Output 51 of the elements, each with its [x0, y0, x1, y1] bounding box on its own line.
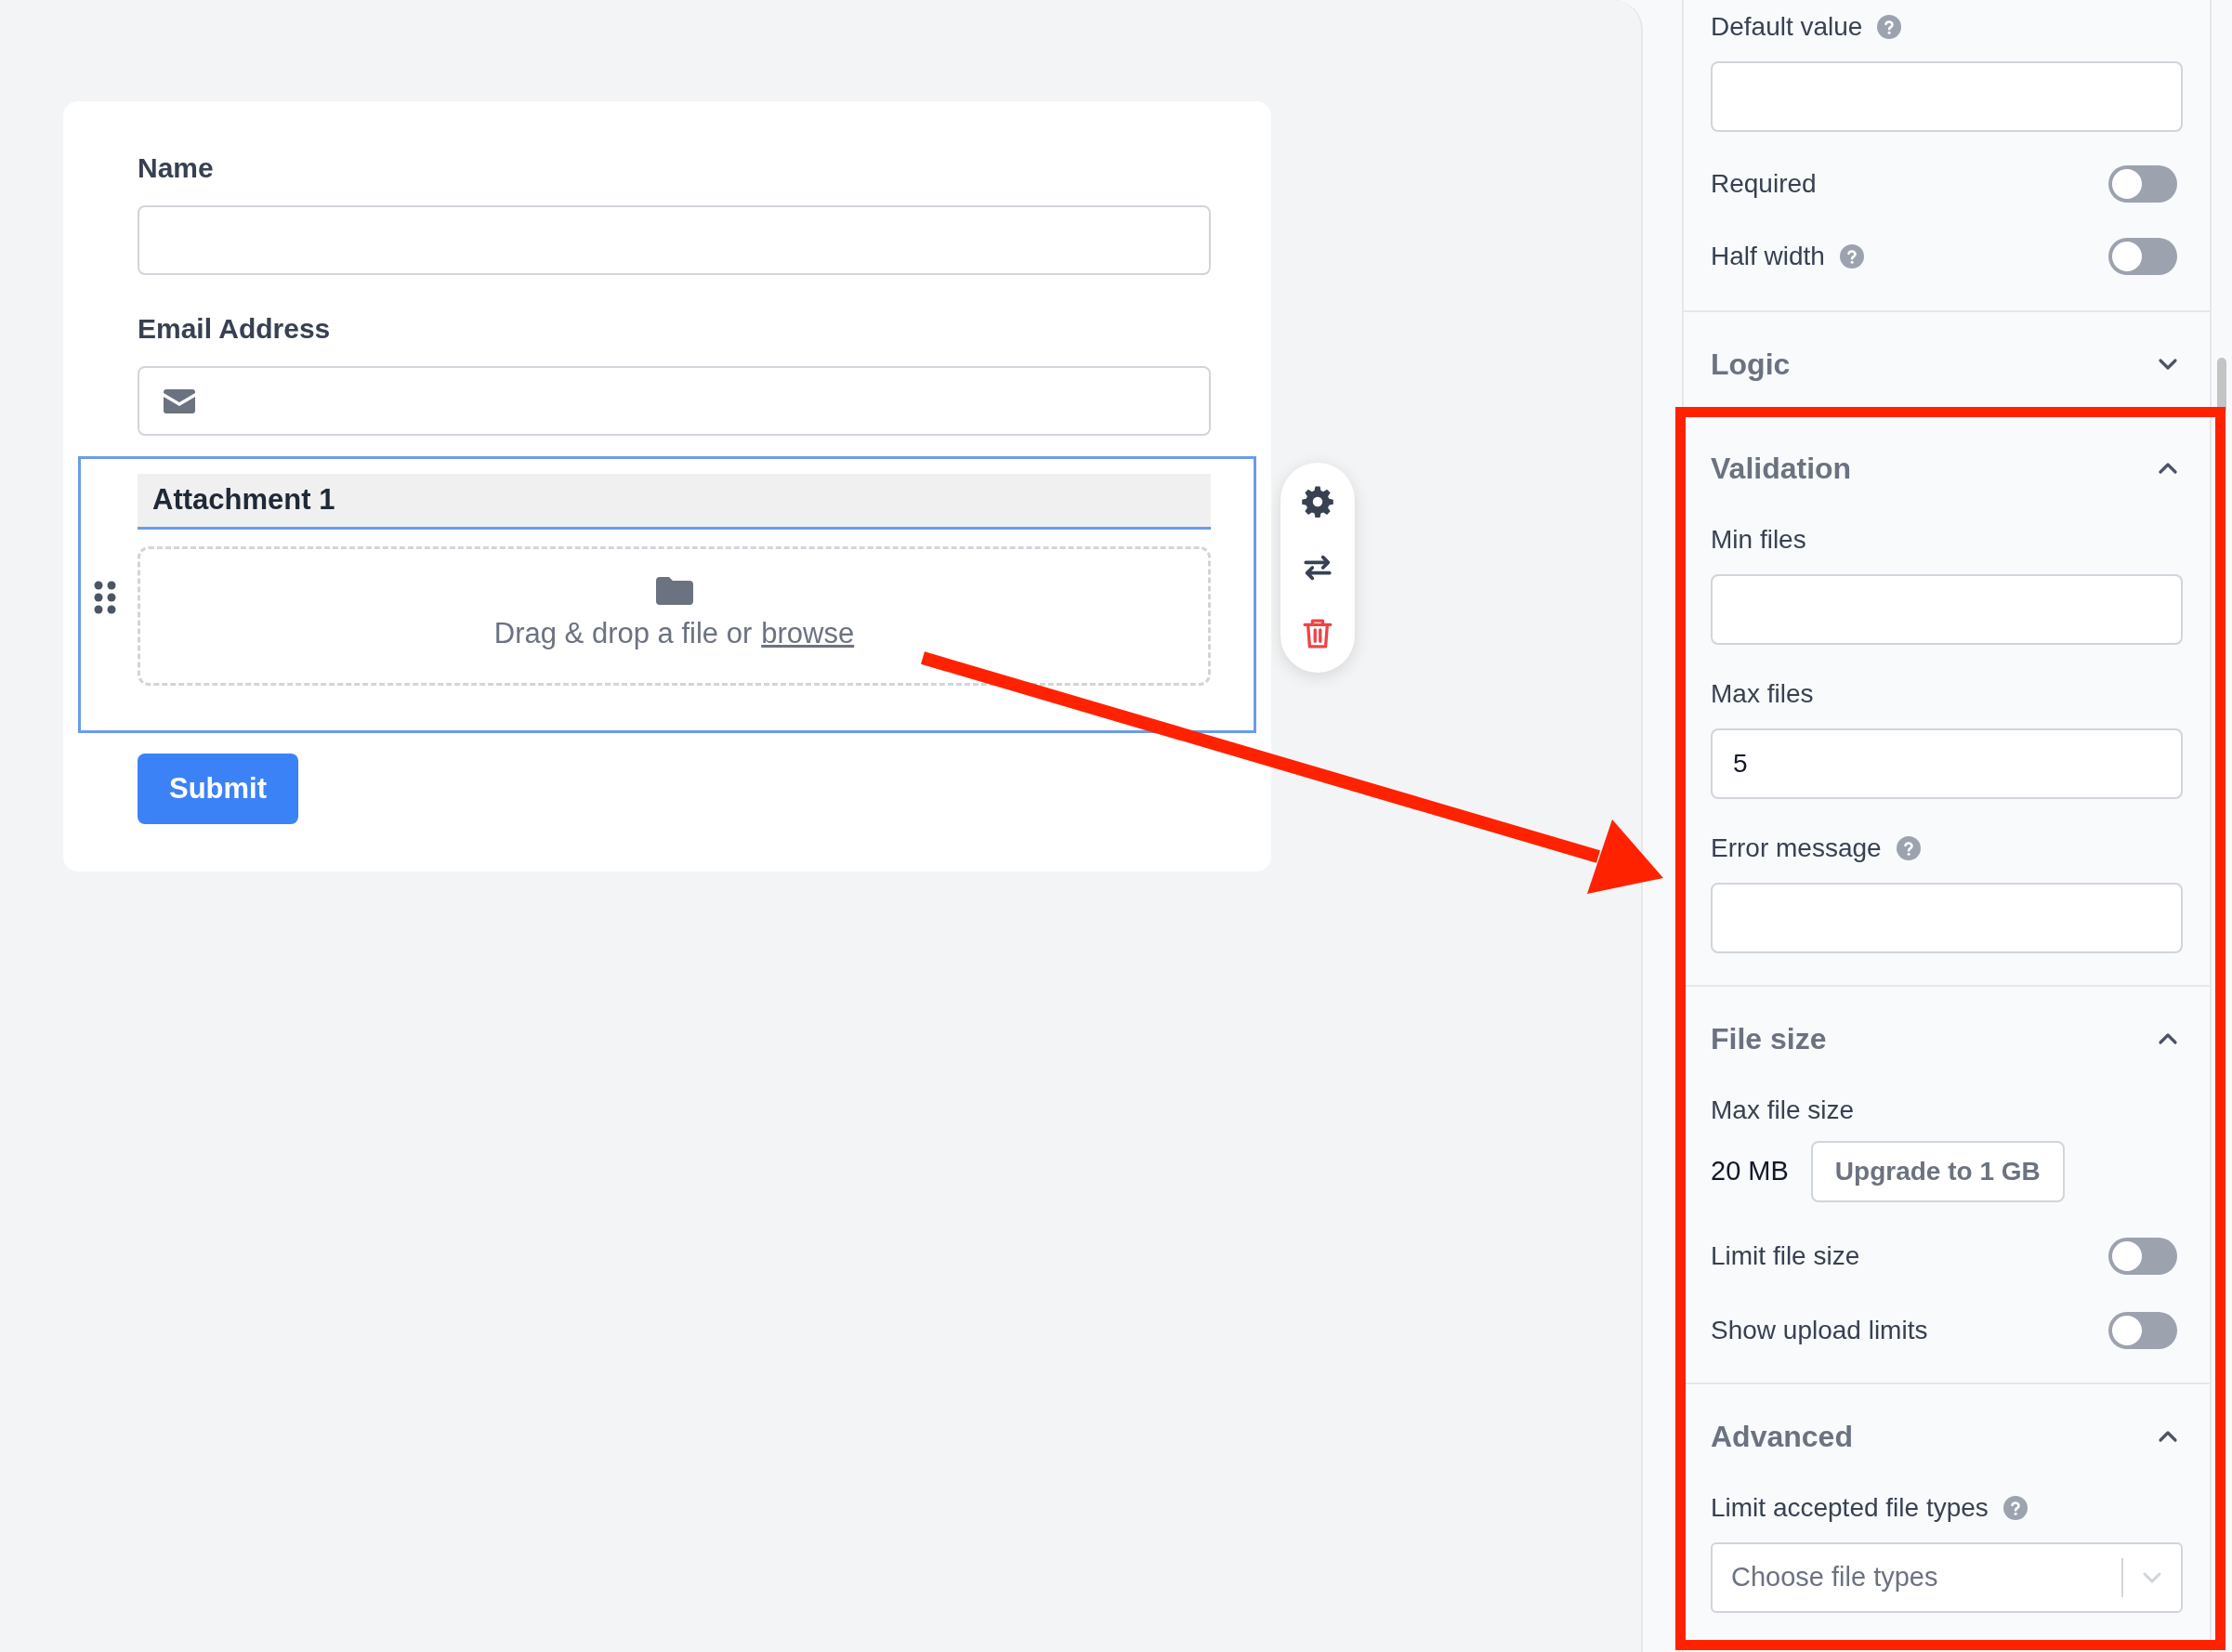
field-label: Limit file size — [1711, 1240, 1860, 1272]
section-title: Advanced — [1711, 1419, 1853, 1455]
section-title: Logic — [1711, 347, 1791, 383]
submit-button[interactable]: Submit — [138, 754, 299, 824]
size-value: 20 MB — [1711, 1155, 1789, 1188]
field-label: Limit accepted file types — [1711, 1492, 1989, 1524]
field-label: Show upload limits — [1711, 1315, 1928, 1346]
folder-icon — [655, 576, 693, 605]
trash-icon[interactable] — [1302, 617, 1333, 650]
settings-icon[interactable] — [1301, 485, 1334, 518]
field-label: Max file size — [1711, 1095, 1855, 1126]
email-input[interactable] — [138, 366, 1211, 436]
toggle-switch[interactable] — [2108, 1312, 2177, 1349]
text-input[interactable] — [1711, 61, 2183, 132]
field-label: Error message — [1711, 833, 1882, 864]
text-input[interactable] — [1711, 574, 2183, 645]
toggle-switch[interactable] — [2108, 165, 2177, 203]
chevron-up-icon[interactable] — [2157, 1031, 2179, 1046]
chevron-up-icon[interactable] — [2157, 461, 2179, 476]
help-icon[interactable] — [1839, 244, 1864, 269]
field-label: Half width — [1711, 241, 1825, 272]
field-label: Required — [1711, 168, 1817, 200]
text-input[interactable]: 5 — [1711, 728, 2183, 799]
drag-handle-icon[interactable] — [94, 581, 116, 614]
help-icon[interactable] — [1896, 836, 1921, 860]
field-label: Min files — [1711, 524, 1806, 556]
file-dropzone[interactable]: Drag & drop a file or browse — [138, 546, 1211, 686]
section-title: Validation — [1711, 451, 1852, 487]
field-label: Default value — [1711, 11, 1863, 43]
dropzone-text: Drag & drop a file or — [493, 615, 753, 651]
toggle-switch[interactable] — [2108, 1238, 2177, 1275]
file-types-select[interactable]: Choose file types — [1711, 1542, 2183, 1613]
toggle-switch[interactable] — [2108, 238, 2177, 275]
field-label-input[interactable]: Attachment 1 — [138, 474, 1211, 530]
section-header[interactable]: Advanced — [1711, 1418, 2183, 1455]
upgrade-button[interactable]: Upgrade to 1 GB — [1810, 1141, 2065, 1202]
text-input[interactable] — [1711, 883, 2183, 953]
section-header[interactable]: Logic — [1711, 346, 2183, 383]
browse-link[interactable]: browse — [761, 611, 855, 656]
section-header[interactable]: Validation — [1711, 450, 2183, 487]
field-label: Max files — [1711, 678, 1814, 710]
section-title: File size — [1711, 1021, 1827, 1057]
envelope-icon — [164, 388, 195, 413]
section-header[interactable]: File size — [1711, 1020, 2183, 1057]
chevron-up-icon[interactable] — [2157, 1429, 2179, 1444]
chevron-down-icon[interactable] — [2157, 357, 2179, 372]
help-icon[interactable] — [1877, 15, 1902, 39]
help-icon[interactable] — [2002, 1496, 2028, 1520]
field-label: Email Address — [138, 312, 332, 346]
field-label: Name — [138, 151, 215, 185]
text-input[interactable] — [138, 205, 1211, 275]
